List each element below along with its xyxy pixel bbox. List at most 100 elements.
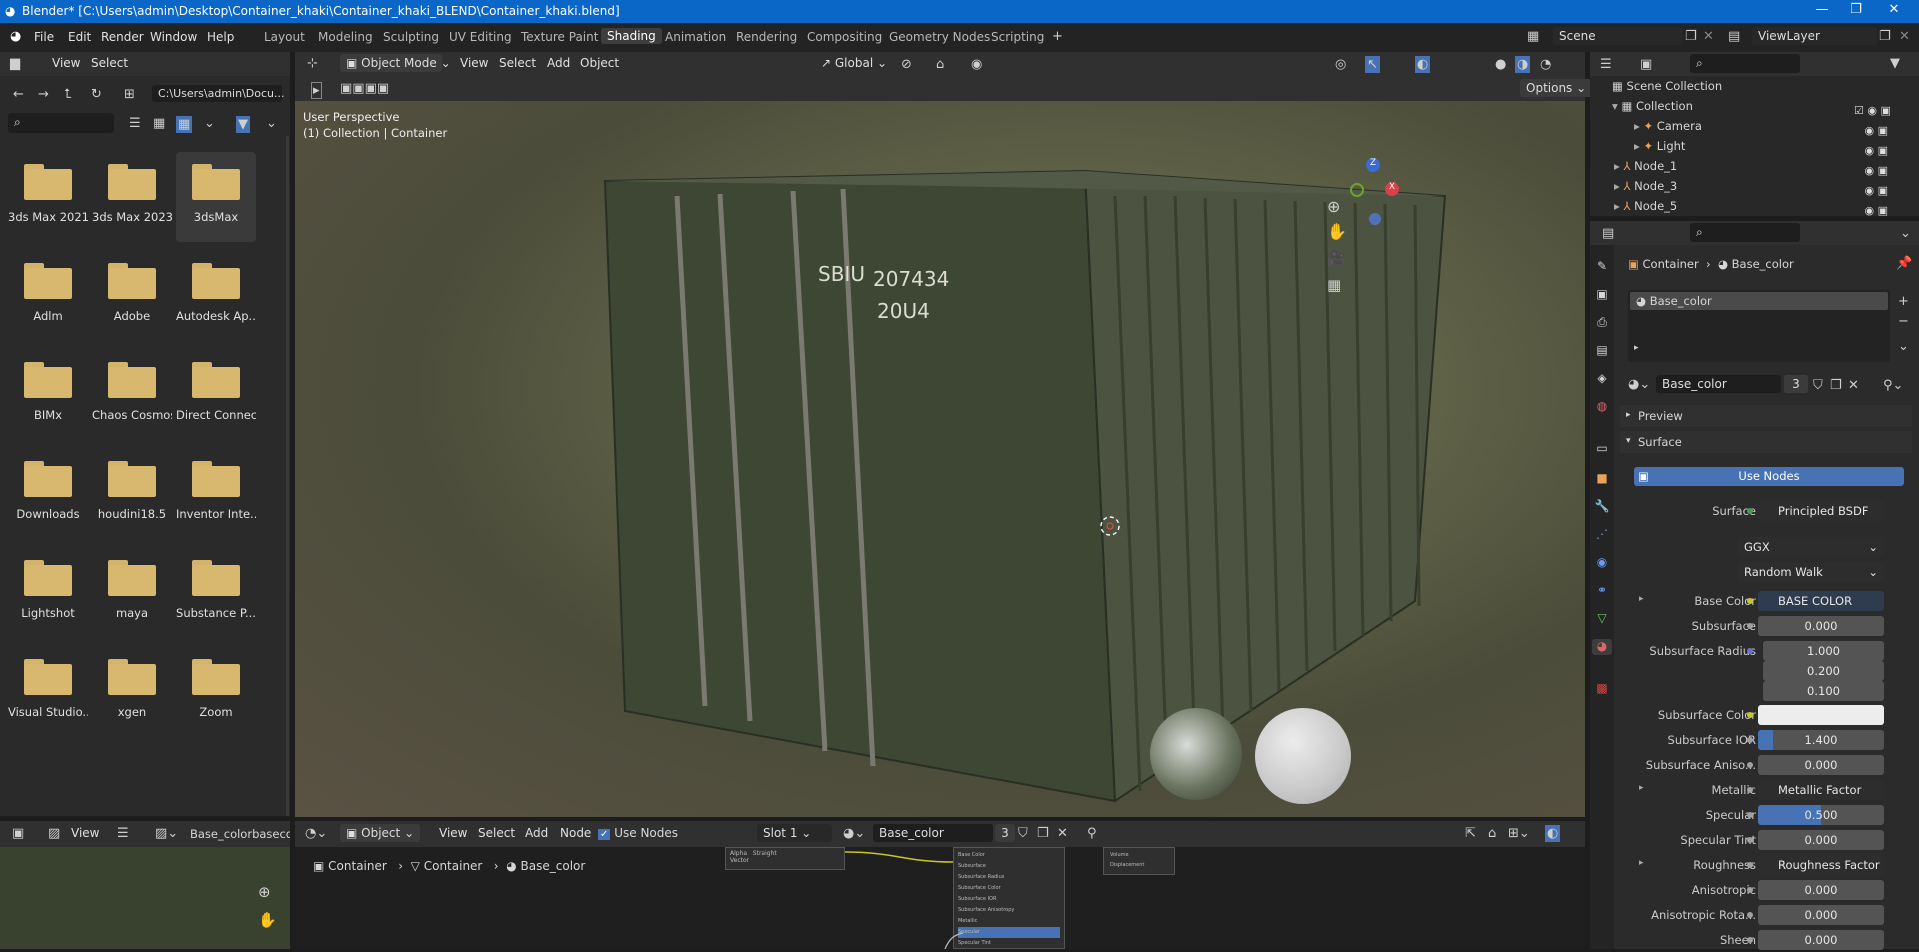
folder-item[interactable]: 3dsMax	[176, 152, 256, 242]
material-browse-icon[interactable]: ◕⌄	[843, 827, 865, 840]
constraints-tab-icon[interactable]: ⚭	[1594, 583, 1610, 599]
add-slot-icon[interactable]: +	[1898, 295, 1909, 308]
socket-icon[interactable]	[1747, 623, 1753, 629]
chevron-down-icon[interactable]: ⌄	[1898, 340, 1909, 353]
file-search-input[interactable]: ⌕	[8, 113, 114, 133]
surface-panel-header[interactable]: ▾ Surface	[1620, 431, 1912, 453]
pin-icon[interactable]: ⚲	[1087, 827, 1097, 840]
image-mode-icon[interactable]: ▨	[48, 827, 60, 840]
socket-icon[interactable]	[1747, 887, 1753, 893]
property-value-field[interactable]: 0.100	[1763, 681, 1884, 701]
node-editor-canvas[interactable]: ▣ Container › ▽ Container › ◕ Base_color…	[295, 847, 1585, 949]
pin-icon[interactable]: 📌	[1896, 257, 1912, 270]
use-nodes-toggle[interactable]: ✓ Use Nodes	[598, 826, 678, 840]
filter-icon[interactable]: ▼	[236, 116, 250, 133]
snap-mode-icon[interactable]: ⊞⌄	[1508, 827, 1530, 840]
property-value-field[interactable]: 0.000	[1758, 880, 1884, 900]
property-value-field[interactable]: 0.000	[1758, 755, 1884, 775]
menu-file[interactable]: File	[34, 30, 54, 44]
property-value-field[interactable]: 0.000	[1758, 905, 1884, 925]
use-nodes-button[interactable]: ▣ Use Nodes	[1634, 467, 1904, 486]
visibility-icon[interactable]: ◎	[1335, 58, 1346, 71]
tab-uv-editing[interactable]: UV Editing	[449, 30, 512, 44]
scrollbar[interactable]	[286, 136, 289, 816]
node-object-dropdown[interactable]: ▣ Object ⌄	[340, 824, 420, 842]
material-slot-item[interactable]: ◕ Base_color	[1630, 292, 1888, 310]
list-view-icon[interactable]: ☰	[129, 117, 141, 130]
file-browser-select-menu[interactable]: Select	[91, 56, 128, 70]
socket-icon[interactable]	[1747, 862, 1753, 868]
filter-options-icon[interactable]: ⌄	[266, 117, 277, 130]
menu-window[interactable]: Window	[150, 30, 197, 44]
back-icon[interactable]: ←	[13, 88, 24, 101]
property-value-field[interactable]: 0.200	[1763, 661, 1884, 681]
pan-hand-icon[interactable]: ✋	[1327, 224, 1347, 240]
fake-user-icon[interactable]: ⛉	[1813, 379, 1823, 392]
tab-animation[interactable]: Animation	[665, 30, 726, 44]
blender-menu-icon[interactable]: ◕	[10, 30, 21, 43]
folder-item[interactable]: Substance P...	[176, 548, 256, 620]
tab-shading[interactable]: Shading	[601, 28, 662, 44]
property-value-field[interactable]: 0.000	[1758, 616, 1884, 636]
unlink-material-icon[interactable]: ✕	[1848, 379, 1859, 392]
socket-icon[interactable]	[1747, 812, 1753, 818]
tab-geometry-nodes[interactable]: Geometry Nodes	[889, 30, 990, 44]
zoom-icon[interactable]: ⊕	[258, 885, 271, 900]
options-dropdown[interactable]: Options ⌄	[1520, 79, 1593, 97]
properties-search-input[interactable]: ⌕	[1690, 223, 1800, 242]
editor-type-icon[interactable]: ◔⌄	[305, 827, 327, 840]
maximize-button[interactable]: ❐	[1836, 2, 1876, 17]
tab-scripting[interactable]: Scripting	[991, 30, 1044, 44]
refresh-icon[interactable]: ↻	[91, 88, 102, 101]
add-workspace-icon[interactable]: +	[1052, 30, 1063, 43]
material-name-field[interactable]: Base_color	[1656, 375, 1781, 393]
eye-icon[interactable]: ◉	[1865, 164, 1875, 177]
folder-item[interactable]: 3ds Max 2021	[8, 152, 88, 224]
subsurface-method-dropdown[interactable]: Random Walk ⌄	[1738, 562, 1884, 582]
folder-item[interactable]: BIMx	[8, 350, 88, 422]
tab-texture-paint[interactable]: Texture Paint	[521, 30, 598, 44]
image-editor-canvas[interactable]: ⊕ ✋	[0, 847, 290, 949]
property-value-field[interactable]: 1.400	[1758, 730, 1884, 750]
menu-render[interactable]: Render	[101, 30, 144, 44]
snap-icon[interactable]: ⌂	[1488, 827, 1496, 840]
socket-icon[interactable]	[1747, 762, 1753, 768]
editor-type-icon[interactable]: ⊹	[307, 57, 318, 70]
property-value-field[interactable]: BASE COLOR	[1758, 591, 1884, 611]
container-model[interactable]: SBIU 207434 20U4	[295, 101, 1585, 817]
user-count[interactable]: 3	[1784, 375, 1808, 393]
folder-item[interactable]: Adlm	[8, 251, 88, 323]
tab-sculpting[interactable]: Sculpting	[383, 30, 439, 44]
navigation-gizmo[interactable]: Z X	[1350, 158, 1400, 225]
scene-icon[interactable]: ▦	[1527, 30, 1539, 43]
outliner-filter-icon[interactable]: ▼	[1890, 57, 1900, 70]
menu-edit[interactable]: Edit	[68, 30, 91, 44]
render-camera-icon[interactable]: ▣	[1878, 124, 1888, 137]
folder-item[interactable]: maya	[92, 548, 172, 620]
eye-icon[interactable]: ◉	[1865, 204, 1875, 217]
render-camera-icon[interactable]: ▣	[1878, 144, 1888, 157]
zoom-icon[interactable]: ⊕	[1327, 199, 1340, 215]
socket-icon[interactable]	[1747, 648, 1753, 654]
tab-compositing[interactable]: Compositing	[807, 30, 882, 44]
particles-tab-icon[interactable]: ⋰	[1594, 527, 1610, 543]
chevron-right-icon[interactable]: ▸	[1634, 344, 1639, 353]
remove-slot-icon[interactable]: −	[1898, 315, 1909, 328]
socket-icon[interactable]	[1747, 787, 1753, 793]
chevron-right-icon[interactable]: ▸	[1639, 594, 1644, 604]
unlink-material-icon[interactable]: ✕	[1057, 827, 1068, 840]
socket-icon[interactable]	[1747, 912, 1753, 918]
socket-icon[interactable]	[1747, 712, 1753, 718]
render-camera-icon[interactable]: ▣	[1880, 104, 1890, 117]
z-axis-icon[interactable]: Z	[1366, 158, 1380, 172]
delete-viewlayer-icon[interactable]: ✕	[1899, 30, 1910, 43]
node-user-count[interactable]: 3	[995, 824, 1015, 842]
render-camera-icon[interactable]: ▣	[1878, 184, 1888, 197]
node-node-menu[interactable]: Node	[560, 826, 591, 840]
close-button[interactable]: ✕	[1874, 2, 1914, 17]
object-mode-dropdown[interactable]: ▣ Object Mode ⌄	[340, 54, 451, 72]
eye-icon[interactable]: ◉	[1865, 184, 1875, 197]
folder-item[interactable]: Direct Connect	[176, 350, 256, 422]
outliner-search-input[interactable]: ⌕	[1690, 54, 1800, 73]
eye-icon[interactable]: ◉	[1867, 104, 1877, 117]
